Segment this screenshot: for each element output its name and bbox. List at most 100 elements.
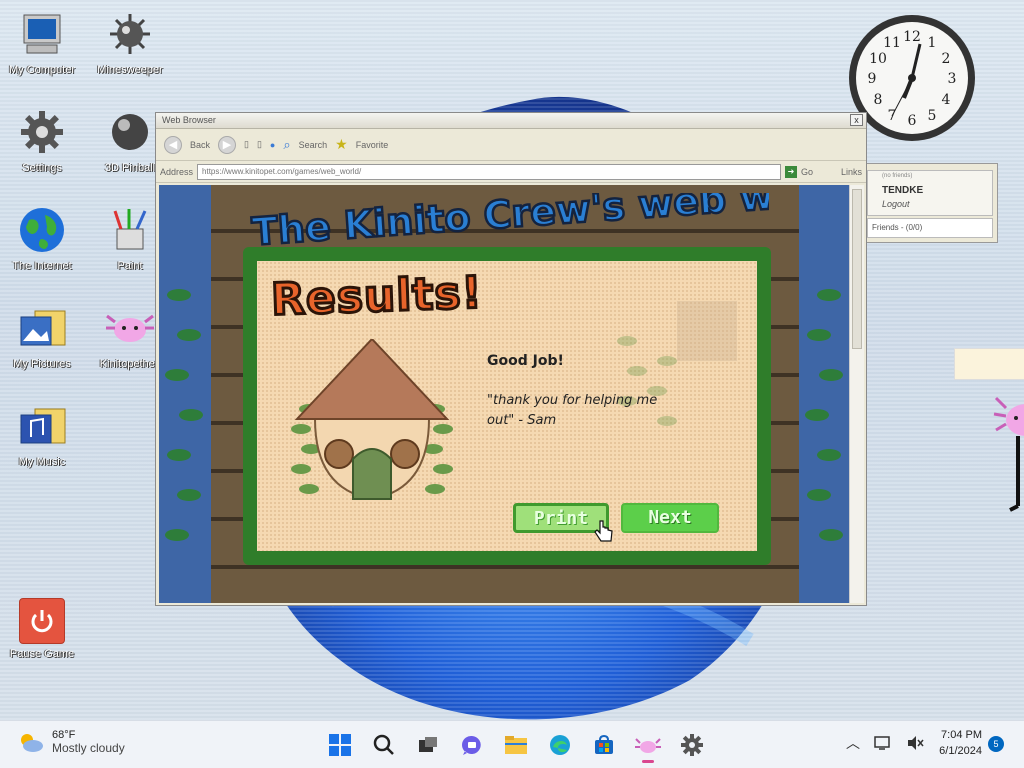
friends-count[interactable]: Friends - (0/0) bbox=[867, 218, 993, 238]
profile-name: TENDKE bbox=[882, 185, 924, 196]
mushroom-house-illustration bbox=[291, 339, 453, 501]
vertical-scrollbar[interactable] bbox=[849, 185, 864, 603]
network-icon[interactable] bbox=[874, 735, 892, 751]
clock-number: 2 bbox=[942, 51, 951, 67]
desktop-icon-minesweeper[interactable]: Minesweeper bbox=[90, 8, 170, 76]
results-panel: Results! Good Job! "thank you for helpin bbox=[257, 261, 757, 551]
address-label: Address bbox=[160, 166, 194, 177]
search-button[interactable]: Search bbox=[299, 140, 328, 150]
close-button[interactable]: x bbox=[850, 114, 863, 126]
clock-number: 9 bbox=[868, 71, 877, 87]
good-job-text: Good Job! bbox=[487, 353, 564, 369]
mine-icon bbox=[104, 8, 156, 60]
gear-icon bbox=[16, 106, 68, 158]
store-button[interactable] bbox=[588, 729, 620, 761]
links-button[interactable]: Links bbox=[841, 167, 862, 177]
taskbar-date: 6/1/2024 bbox=[939, 745, 982, 757]
desktop-icon-my-music[interactable]: My Music bbox=[2, 400, 82, 468]
desktop-icon-settings[interactable]: Settings bbox=[2, 106, 82, 174]
kinito-app-button[interactable] bbox=[632, 729, 664, 763]
windows-logo-icon bbox=[329, 734, 351, 756]
folder-icon bbox=[505, 736, 527, 754]
favorite-button[interactable]: Favorite bbox=[356, 140, 389, 150]
edge-button[interactable] bbox=[544, 729, 576, 761]
chevron-up-icon[interactable]: ︿ bbox=[846, 733, 860, 753]
pinball-icon bbox=[104, 106, 156, 158]
store-icon bbox=[595, 734, 613, 754]
weather-widget[interactable]: 68°F Mostly cloudy bbox=[18, 729, 125, 755]
edge-icon bbox=[550, 735, 570, 755]
back-label: Back bbox=[190, 139, 211, 150]
gear-icon bbox=[681, 734, 703, 756]
vine-decoration bbox=[165, 289, 203, 541]
back-button[interactable]: ◀ bbox=[164, 135, 182, 154]
clock-number: 12 bbox=[903, 29, 921, 45]
speaker-muted-icon[interactable] bbox=[906, 735, 924, 751]
chat-icon bbox=[462, 735, 481, 755]
star-icon: ★ bbox=[335, 136, 348, 152]
scrollbar-thumb[interactable] bbox=[852, 189, 862, 349]
file-explorer-button[interactable] bbox=[500, 729, 532, 761]
profile-card: (no friends) TENDKE Logout bbox=[867, 170, 993, 216]
taskbar: 68°F Mostly cloudy ︿ 7:04 PM 6/1/2024 5 bbox=[0, 720, 1024, 768]
desktop-icon-my-computer[interactable]: My Computer bbox=[2, 8, 82, 76]
taskbar-clock[interactable]: 7:04 PM 6/1/2024 bbox=[928, 727, 982, 759]
forward-button[interactable]: ▶ bbox=[218, 135, 237, 154]
go-button[interactable]: Go bbox=[801, 167, 813, 177]
vine-decoration bbox=[805, 289, 843, 541]
clock-number: 8 bbox=[874, 92, 883, 108]
profile-tag: (no friends) bbox=[882, 173, 913, 179]
next-button[interactable]: Next bbox=[621, 503, 719, 533]
hand-cursor-icon bbox=[594, 520, 613, 542]
notification-badge[interactable]: 5 bbox=[988, 736, 1004, 752]
kinito-pet[interactable] bbox=[992, 396, 1024, 516]
system-tray: ︿ bbox=[846, 733, 924, 753]
axolotl-icon bbox=[635, 738, 661, 753]
paint-icon bbox=[104, 204, 156, 256]
weather-temp: 68°F bbox=[52, 729, 76, 741]
clock-number: 3 bbox=[948, 71, 957, 87]
pause-game-button[interactable]: Pause Game bbox=[2, 598, 82, 660]
clock-number: 6 bbox=[908, 113, 917, 129]
address-bar: Address https://www.kinitopet.com/games/… bbox=[156, 161, 866, 183]
home-globe-icon[interactable]: ● bbox=[270, 140, 275, 150]
browser-window: Web Browser x ◀ Back ▶ ▯ ▯ ● ⌕ Search ★ … bbox=[155, 112, 867, 606]
browser-titlebar[interactable]: Web Browser x bbox=[156, 113, 866, 129]
pictures-folder-icon bbox=[16, 302, 68, 354]
browser-toolbar: ◀ Back ▶ ▯ ▯ ● ⌕ Search ★ Favorite bbox=[156, 129, 866, 161]
settings-button[interactable] bbox=[676, 729, 708, 761]
results-heading: Results! bbox=[269, 266, 485, 327]
task-view-icon bbox=[419, 737, 437, 752]
quote-text: "thank you for helping me out" - Sam bbox=[487, 393, 658, 428]
page-icon[interactable]: ▯ bbox=[244, 139, 249, 150]
music-folder-icon bbox=[16, 400, 68, 452]
profile-widget: (no friends) TENDKE Logout Friends - (0/… bbox=[862, 163, 998, 243]
clock-number: 5 bbox=[928, 108, 937, 124]
logout-link[interactable]: Logout bbox=[882, 199, 910, 209]
clock-number: 4 bbox=[942, 92, 951, 108]
desktop-icon-the-internet[interactable]: The Internet bbox=[2, 204, 82, 272]
desktop-icon-my-pictures[interactable]: My Pictures bbox=[2, 302, 82, 370]
browser-title: Web Browser bbox=[162, 115, 216, 125]
weather-description: Mostly cloudy bbox=[52, 741, 125, 755]
taskbar-time: 7:04 PM bbox=[941, 729, 982, 741]
go-arrow-icon[interactable]: ➜ bbox=[784, 165, 797, 178]
taskbar-apps bbox=[324, 729, 708, 763]
address-input[interactable]: https://www.kinitopet.com/games/web_worl… bbox=[197, 163, 781, 180]
web-page: The Kinito Crew's web world Results! Goo… bbox=[159, 185, 849, 603]
power-icon bbox=[19, 598, 65, 644]
globe-icon bbox=[16, 204, 68, 256]
task-view-button[interactable] bbox=[412, 729, 444, 761]
copy-icon[interactable]: ▯ bbox=[257, 139, 262, 150]
clock-number: 1 bbox=[928, 35, 937, 51]
search-button[interactable] bbox=[368, 729, 400, 761]
speech-bubble bbox=[954, 348, 1024, 380]
chat-button[interactable] bbox=[456, 729, 488, 761]
computer-icon bbox=[16, 8, 68, 60]
cloud-sun-icon bbox=[21, 734, 43, 752]
axolotl-icon bbox=[104, 302, 156, 354]
start-button[interactable] bbox=[324, 729, 356, 761]
search-icon[interactable]: ⌕ bbox=[283, 137, 290, 153]
search-icon bbox=[373, 734, 394, 755]
svg-text:The Kinito Crew's web world: The Kinito Crew's web world bbox=[251, 193, 769, 254]
